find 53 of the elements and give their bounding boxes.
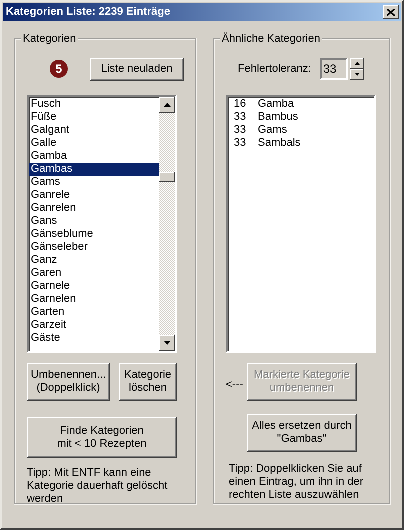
scroll-up-button[interactable] [159, 97, 175, 113]
list-item[interactable]: Garnele [29, 280, 159, 293]
group-label: Kategorien [22, 33, 78, 45]
spin-up-button[interactable] [350, 58, 364, 69]
window-title: Kategorien Liste: 2239 Einträge [6, 6, 170, 18]
score-text: 33 [234, 111, 248, 124]
tip-text: Tipp: Mit ENTF kann eine Kategorie dauerhaft gelöscht werden [27, 467, 169, 506]
up-arrow-icon [164, 103, 170, 107]
list-item[interactable]: Gäste [29, 332, 159, 345]
list-item[interactable]: Gamba [29, 150, 159, 163]
replace-all-button[interactable]: Alles ersetzen durch "Gambas" [247, 414, 357, 452]
list-item[interactable]: Garen [29, 267, 159, 280]
down-arrow-icon [164, 341, 170, 345]
list-item[interactable]: Garten [29, 306, 159, 319]
close-button[interactable] [383, 5, 399, 19]
score-text: 33 [234, 124, 248, 137]
list-item[interactable]: Garnelen [29, 293, 159, 306]
close-icon [387, 8, 395, 16]
match-item[interactable]: Gamba [258, 98, 294, 111]
match-item[interactable]: Bambus [258, 111, 298, 124]
list-item[interactable]: Gams [29, 176, 159, 189]
list-item[interactable]: Gänseblume [29, 228, 159, 241]
count-badge: 5 [50, 60, 68, 78]
delete-button[interactable]: Kategorie löschen [119, 363, 177, 401]
tolerance-field[interactable]: 33 [320, 58, 348, 80]
score-text: 16 [234, 98, 248, 111]
match-item[interactable]: Gams [258, 124, 288, 137]
list-item[interactable]: Ganz [29, 254, 159, 267]
rename-button[interactable]: Umbenennen... (Doppelklick) [27, 363, 110, 401]
score-text: 33 [234, 137, 248, 150]
list-item[interactable]: Gans [29, 215, 159, 228]
list-item[interactable]: Galgant [29, 124, 159, 137]
list-item[interactable]: Gänseleber [29, 241, 159, 254]
match-item[interactable]: Sambals [258, 137, 301, 150]
list-item[interactable]: Gambas [29, 163, 159, 176]
tip-text: Tipp: Doppelklicken Sie auf einen Eintrag, um ihn in der rechten Liste auszuwählen [228, 463, 365, 502]
scroll-down-button[interactable] [159, 335, 175, 351]
tolerance-label: Fehlertoleranz: [238, 63, 312, 75]
list-item[interactable]: Garzeit [29, 319, 159, 332]
list-item[interactable]: Füße [29, 111, 159, 124]
list-item[interactable]: Fusch [29, 98, 159, 111]
spin-down-button[interactable] [350, 69, 364, 80]
find-button[interactable]: Finde Kategorien mit < 10 Rezepten [27, 417, 177, 458]
list-item[interactable]: Ganrele [29, 189, 159, 202]
reload-button[interactable]: Liste neuladen [90, 58, 184, 80]
scroll-thumb[interactable] [159, 172, 175, 182]
list-item[interactable]: Galle [29, 137, 159, 150]
list-item[interactable]: Ganrelen [29, 202, 159, 215]
arrow-text: <--- [226, 379, 244, 391]
down-arrow-icon [354, 73, 360, 76]
up-arrow-icon [354, 62, 360, 65]
group-label: Ähnliche Kategorien [221, 33, 322, 45]
scrollbar[interactable] [159, 97, 175, 351]
